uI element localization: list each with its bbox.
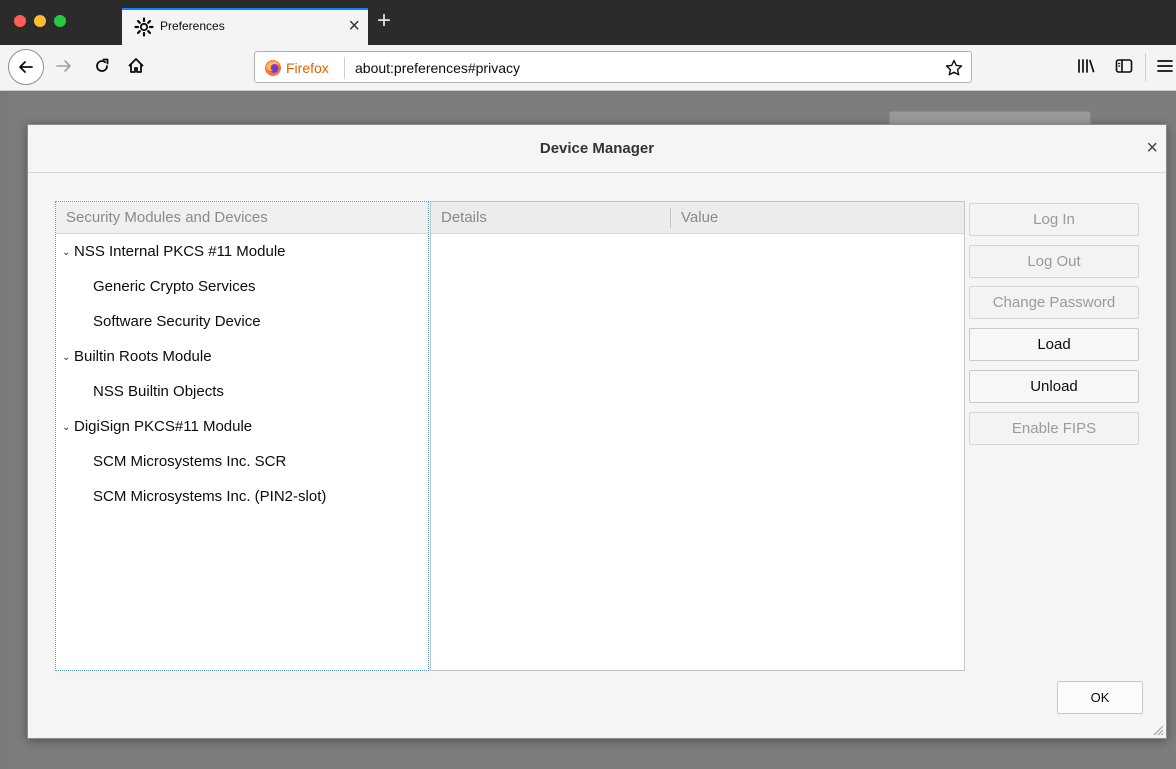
gear-icon <box>134 17 154 37</box>
tree-device-row[interactable]: NSS Builtin Objects <box>56 374 428 409</box>
details-table[interactable]: Details Value <box>430 201 965 671</box>
back-button[interactable] <box>8 49 44 85</box>
new-tab-button[interactable]: + <box>377 8 391 34</box>
dialog-close-icon[interactable]: × <box>1146 137 1158 159</box>
change-password-button[interactable]: Change Password <box>969 286 1139 319</box>
window-controls <box>14 15 66 27</box>
window-close-button[interactable] <box>14 15 26 27</box>
column-header-details[interactable]: Details <box>441 209 487 226</box>
module-label: DigiSign PKCS#11 Module <box>74 418 253 435</box>
back-icon <box>19 61 33 73</box>
module-label: Builtin Roots Module <box>74 348 212 365</box>
tab-preferences[interactable]: Preferences × <box>122 8 368 45</box>
tree-device-row[interactable]: Generic Crypto Services <box>56 269 428 304</box>
tree-module-row[interactable]: ⌄ Builtin Roots Module <box>56 339 428 374</box>
enable-fips-button[interactable]: Enable FIPS <box>969 412 1139 445</box>
forward-icon[interactable] <box>54 56 74 76</box>
chevron-down-icon[interactable]: ⌄ <box>62 235 74 270</box>
tree-device-row[interactable]: SCM Microsystems Inc. (PIN2-slot) <box>56 479 428 514</box>
module-label: NSS Internal PKCS #11 Module <box>74 243 286 260</box>
ok-button[interactable]: OK <box>1057 681 1143 714</box>
column-header-value[interactable]: Value <box>681 209 718 226</box>
tree-module-row[interactable]: ⌄ NSS Internal PKCS #11 Module <box>56 234 428 269</box>
url-bar[interactable]: Firefox about:preferences#privacy <box>254 51 972 83</box>
tree-column-header[interactable]: Security Modules and Devices <box>56 202 428 234</box>
security-modules-tree[interactable]: Security Modules and Devices ⌄ NSS Intern… <box>55 201 429 671</box>
window-zoom-button[interactable] <box>54 15 66 27</box>
tab-close-icon[interactable]: × <box>348 15 360 37</box>
chevron-down-icon[interactable]: ⌄ <box>62 340 74 375</box>
dialog-title: Device Manager <box>28 125 1166 173</box>
tree-device-row[interactable]: SCM Microsystems Inc. SCR <box>56 444 428 479</box>
unload-button[interactable]: Unload <box>969 370 1139 403</box>
firefox-logo-icon <box>265 60 281 76</box>
toolbar-separator <box>1145 53 1146 81</box>
tab-strip: Preferences × + <box>0 0 1176 45</box>
tree-device-row[interactable]: Software Security Device <box>56 304 428 339</box>
details-table-header: Details Value <box>431 202 964 234</box>
sidebar-icon[interactable] <box>1114 56 1134 76</box>
url-address-text[interactable]: about:preferences#privacy <box>355 60 520 76</box>
device-manager-dialog: Device Manager × Security Modules and De… <box>27 124 1167 739</box>
reload-icon[interactable] <box>92 56 112 76</box>
bookmark-star-icon[interactable] <box>944 58 964 78</box>
log-out-button[interactable]: Log Out <box>969 245 1139 278</box>
url-separator <box>344 57 345 79</box>
library-icon[interactable] <box>1076 56 1096 76</box>
window-minimize-button[interactable] <box>34 15 46 27</box>
load-button[interactable]: Load <box>969 328 1139 361</box>
home-icon[interactable] <box>126 56 146 76</box>
navigation-toolbar: Firefox about:preferences#privacy <box>0 45 1176 91</box>
tree-module-row[interactable]: ⌄ DigiSign PKCS#11 Module <box>56 409 428 444</box>
menu-icon[interactable] <box>1155 56 1175 76</box>
chevron-down-icon[interactable]: ⌄ <box>62 410 74 445</box>
log-in-button[interactable]: Log In <box>969 203 1139 236</box>
resize-grip-icon[interactable] <box>1152 724 1164 736</box>
identity-label: Firefox <box>286 60 329 76</box>
tab-title: Preferences <box>160 19 225 33</box>
column-separator[interactable] <box>670 208 671 228</box>
